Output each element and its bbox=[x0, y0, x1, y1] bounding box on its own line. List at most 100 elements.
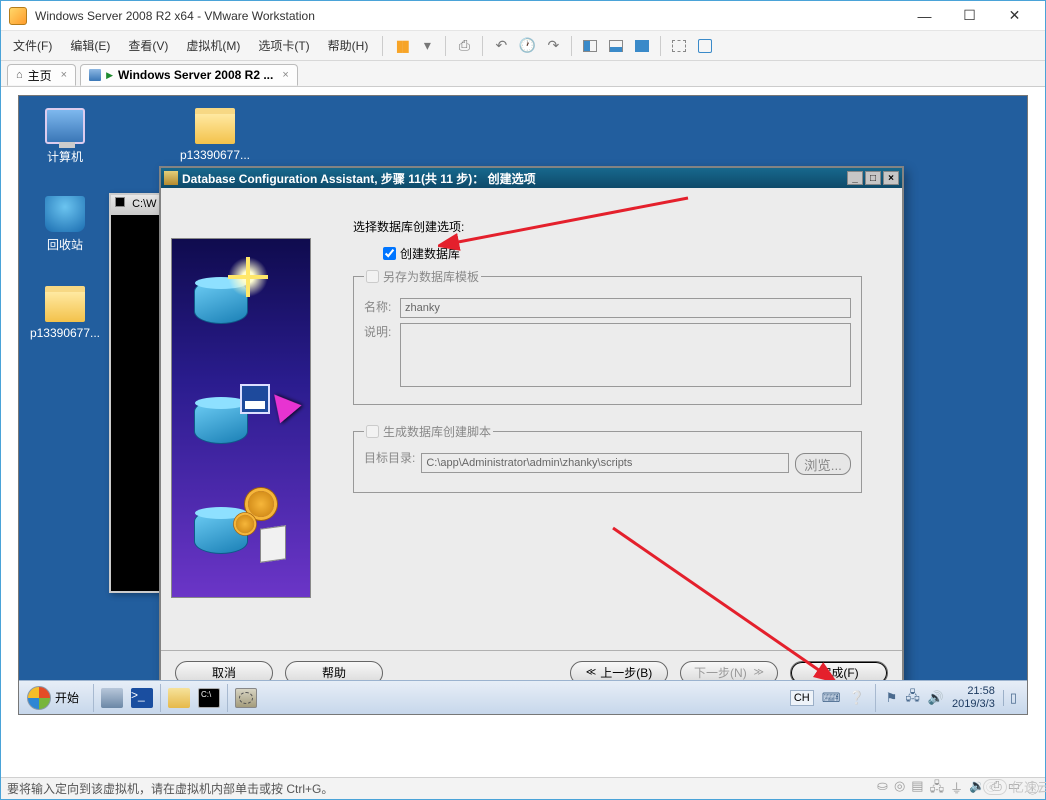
floppy-icon[interactable]: ▤ bbox=[911, 778, 923, 800]
clock-forward-icon[interactable]: ↷ bbox=[543, 36, 563, 56]
unity-icon[interactable] bbox=[669, 36, 689, 56]
dca-title-text: Database Configuration Assistant, 步骤 11(… bbox=[182, 170, 536, 187]
powershell-icon: >_ bbox=[131, 688, 153, 708]
disk-icon[interactable]: ⛀ bbox=[877, 778, 888, 800]
tab-label: 主页 bbox=[28, 67, 52, 84]
desktop-computer-icon[interactable]: 计算机 bbox=[29, 108, 101, 165]
tab-close-icon[interactable]: × bbox=[61, 69, 67, 81]
create-db-label: 创建数据库 bbox=[400, 245, 460, 262]
name-label: 名称: bbox=[364, 298, 394, 315]
desc-label: 说明: bbox=[364, 323, 394, 340]
separator bbox=[382, 36, 383, 56]
tab-close-icon[interactable]: × bbox=[282, 69, 288, 81]
tab-home[interactable]: ⌂ 主页 × bbox=[7, 64, 76, 86]
quicklaunch-powershell[interactable]: >_ bbox=[128, 685, 156, 711]
close-button[interactable]: ✕ bbox=[992, 2, 1037, 30]
vmware-titlebar: Windows Server 2008 R2 x64 - VMware Work… bbox=[1, 1, 1045, 31]
desktop-recycle-icon[interactable]: 回收站 bbox=[29, 196, 101, 253]
vmware-tabbar: ⌂ 主页 × ▶ Windows Server 2008 R2 ... × bbox=[1, 61, 1045, 87]
guest-taskbar: 开始 >_ CH ⌨ ❔ ⚑ 🖧 🔊 bbox=[19, 680, 1027, 714]
home-icon: ⌂ bbox=[16, 69, 23, 81]
network-icon[interactable]: 🖧 bbox=[930, 778, 945, 800]
gen-scripts-fieldset: 生成数据库创建脚本 目标目录: 浏览... bbox=[353, 423, 862, 493]
watermark-text: 亿速云 bbox=[1011, 777, 1046, 796]
time-text: 21:58 bbox=[952, 685, 995, 698]
maximize-button[interactable]: ☐ bbox=[947, 2, 992, 30]
tray-keyboard-icon[interactable]: ⌨ bbox=[822, 690, 841, 706]
tray-network-icon[interactable]: 🖧 bbox=[905, 687, 920, 709]
fullscreen-icon[interactable] bbox=[695, 36, 715, 56]
layout-b-icon[interactable] bbox=[606, 36, 626, 56]
play-icon: ▶ bbox=[106, 70, 113, 81]
dca-maximize-button[interactable]: □ bbox=[865, 171, 881, 185]
icon-label: 计算机 bbox=[29, 148, 101, 165]
wizard-image bbox=[171, 238, 311, 598]
dca-dialog: Database Configuration Assistant, 步骤 11(… bbox=[159, 166, 904, 696]
separator bbox=[482, 36, 483, 56]
layout-l-icon[interactable] bbox=[580, 36, 600, 56]
separator bbox=[445, 36, 446, 56]
desktop-folder-icon[interactable]: p13390677... bbox=[179, 108, 251, 162]
dest-label: 目标目录: bbox=[364, 453, 415, 464]
gen-scripts-checkbox-row[interactable]: 生成数据库创建脚本 bbox=[366, 423, 491, 440]
clock-back-icon[interactable]: ↶ bbox=[491, 36, 511, 56]
tray-volume-icon[interactable]: 🔊 bbox=[928, 690, 944, 706]
tray-help-icon[interactable]: ❔ bbox=[848, 690, 864, 706]
dca-minimize-button[interactable]: _ bbox=[847, 171, 863, 185]
dca-close-button[interactable]: × bbox=[883, 171, 899, 185]
clock-icon[interactable]: 🕐 bbox=[517, 36, 537, 56]
gear-icon bbox=[236, 515, 254, 533]
pause-icon[interactable]: ▮▮ bbox=[391, 36, 411, 56]
desc-field bbox=[400, 323, 851, 387]
system-tray: CH ⌨ ❔ ⚑ 🖧 🔊 21:58 2019/3/3 ▯ bbox=[790, 684, 1023, 712]
vmware-statusbar: 要将输入定向到该虚拟机，请在虚拟机内部单击或按 Ctrl+G。 ⛀ ◎ ▤ 🖧 … bbox=[1, 777, 1045, 799]
task-services[interactable] bbox=[232, 685, 260, 711]
task-explorer[interactable] bbox=[165, 685, 193, 711]
tab-vm[interactable]: ▶ Windows Server 2008 R2 ... × bbox=[80, 64, 298, 86]
icon-label: p13390677... bbox=[179, 148, 251, 162]
cd-icon[interactable]: ◎ bbox=[894, 778, 905, 800]
form-heading: 选择数据库创建选项: bbox=[353, 218, 862, 235]
dropdown-icon[interactable]: ▾ bbox=[417, 36, 437, 56]
minimize-button[interactable]: — bbox=[902, 2, 947, 30]
gen-scripts-checkbox[interactable] bbox=[366, 425, 379, 438]
dca-titlebar[interactable]: Database Configuration Assistant, 步骤 11(… bbox=[161, 168, 902, 188]
quicklaunch-server-manager[interactable] bbox=[98, 685, 126, 711]
clock[interactable]: 21:58 2019/3/3 bbox=[952, 685, 995, 711]
menu-edit[interactable]: 编辑(E) bbox=[62, 33, 118, 58]
save-template-checkbox-row[interactable]: 另存为数据库模板 bbox=[366, 268, 479, 285]
start-button[interactable]: 开始 bbox=[23, 684, 89, 712]
guest-desktop[interactable]: 计算机 p13390677... 回收站 p13390677... C:\W bbox=[18, 95, 1028, 715]
ime-indicator[interactable]: CH bbox=[790, 690, 814, 706]
windows-orb-icon bbox=[27, 686, 51, 710]
dca-title-icon bbox=[164, 171, 178, 185]
desktop-folder-icon-2[interactable]: p13390677... bbox=[29, 286, 101, 340]
browse-button: 浏览... bbox=[795, 453, 851, 475]
server-icon bbox=[101, 688, 123, 708]
menu-tabs[interactable]: 选项卡(T) bbox=[250, 33, 317, 58]
vmware-window: Windows Server 2008 R2 x64 - VMware Work… bbox=[0, 0, 1046, 800]
snapshot-icon[interactable]: ⎙ bbox=[454, 36, 474, 56]
separator bbox=[875, 684, 876, 712]
task-cmd[interactable] bbox=[195, 685, 223, 711]
dest-field bbox=[421, 453, 789, 473]
tray-flag-icon[interactable]: ⚑ bbox=[886, 690, 898, 706]
folder-icon bbox=[45, 286, 85, 322]
menu-view[interactable]: 查看(V) bbox=[120, 33, 176, 58]
separator bbox=[571, 36, 572, 56]
save-template-fieldset: 另存为数据库模板 名称: 说明: bbox=[353, 268, 862, 405]
menu-file[interactable]: 文件(F) bbox=[5, 33, 60, 58]
usb-icon[interactable]: ⏚ bbox=[950, 778, 963, 800]
gen-scripts-label: 生成数据库创建脚本 bbox=[383, 423, 491, 440]
create-db-checkbox-row[interactable]: 创建数据库 bbox=[383, 245, 862, 262]
cmd-icon bbox=[198, 688, 220, 708]
create-db-checkbox[interactable] bbox=[383, 247, 396, 260]
menu-vm[interactable]: 虚拟机(M) bbox=[178, 33, 248, 58]
explorer-icon bbox=[168, 688, 190, 708]
show-desktop[interactable]: ▯ bbox=[1003, 690, 1017, 706]
recycle-bin-icon bbox=[45, 196, 85, 232]
menu-help[interactable]: 帮助(H) bbox=[320, 33, 377, 58]
save-template-checkbox[interactable] bbox=[366, 270, 379, 283]
layout-full-icon[interactable] bbox=[632, 36, 652, 56]
cmd-title-text: C:\W bbox=[132, 198, 156, 210]
